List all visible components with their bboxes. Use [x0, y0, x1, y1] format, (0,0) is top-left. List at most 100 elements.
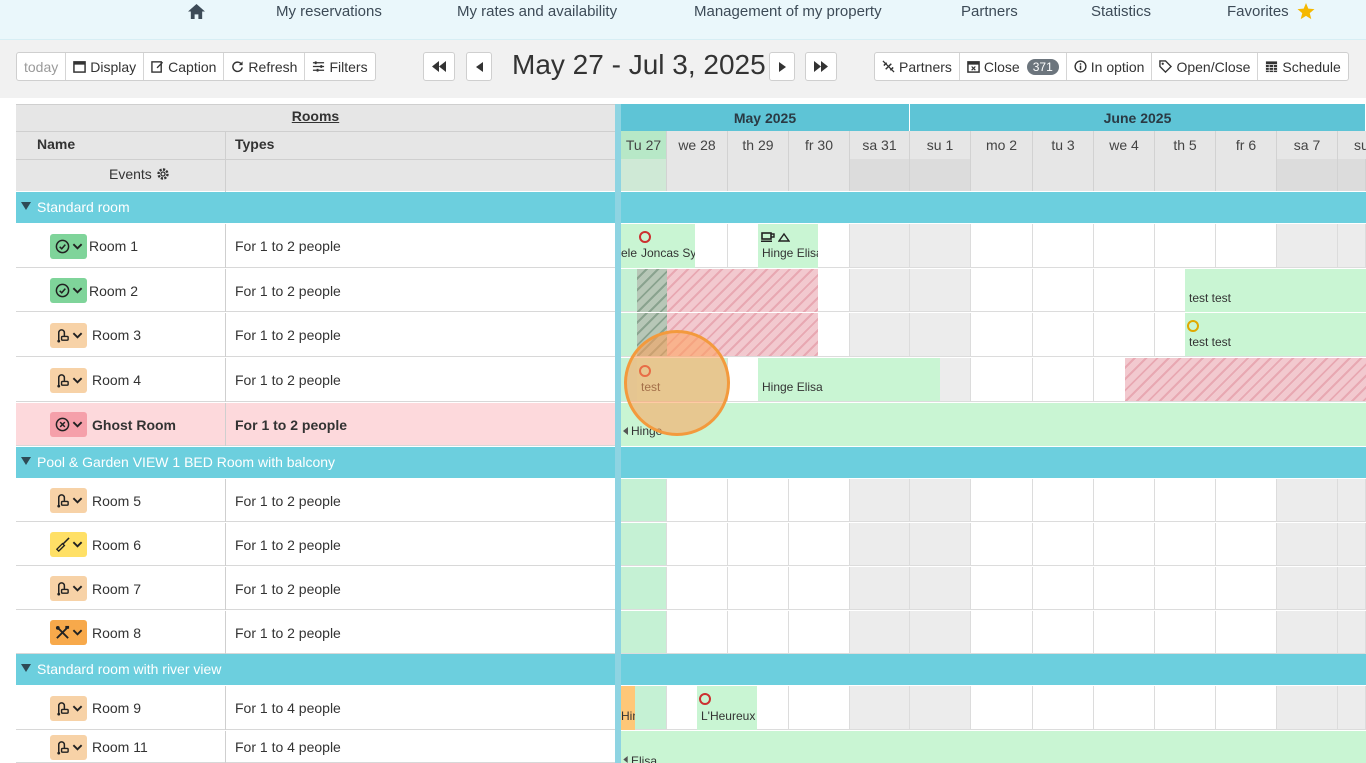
calendar-cell[interactable]: [1277, 523, 1338, 566]
collapse-triangle-icon[interactable]: [21, 457, 31, 465]
calendar-cell[interactable]: [667, 567, 728, 610]
calendar-cell[interactable]: [1216, 686, 1277, 730]
day-header[interactable]: su 8: [1338, 131, 1366, 159]
booking-block[interactable]: Hinge Elisa: [758, 224, 818, 268]
calendar-cell[interactable]: [1094, 479, 1155, 522]
day-header[interactable]: th 29: [728, 131, 789, 159]
calendar-cell[interactable]: [1155, 224, 1216, 268]
booking-block[interactable]: test test: [1185, 269, 1366, 312]
calendar-cell[interactable]: [1033, 269, 1094, 312]
day-header-today[interactable]: Tu 27: [621, 131, 667, 159]
events-cell[interactable]: [850, 159, 910, 191]
calendar-cell[interactable]: [1155, 611, 1216, 654]
room-name[interactable]: Room 9: [92, 700, 141, 716]
back-button[interactable]: [466, 52, 492, 81]
room-status-dropdown[interactable]: [50, 323, 87, 348]
calendar-cell[interactable]: [1338, 611, 1366, 654]
calendar-cell[interactable]: [667, 523, 728, 566]
calendar-cell[interactable]: [1033, 224, 1094, 268]
room-name[interactable]: Ghost Room: [92, 417, 176, 433]
room-status-dropdown[interactable]: [50, 735, 87, 760]
events-cell[interactable]: [1155, 159, 1216, 191]
events-cell[interactable]: [728, 159, 789, 191]
calendar-cell[interactable]: [850, 269, 910, 312]
calendar-cell[interactable]: [971, 313, 1033, 357]
gear-icon[interactable]: [156, 167, 170, 181]
calendar-cell[interactable]: [1216, 567, 1277, 610]
nav-partners[interactable]: Partners: [961, 3, 1018, 21]
fast-back-button[interactable]: [423, 52, 455, 81]
events-cell[interactable]: [789, 159, 850, 191]
room-row[interactable]: Room 11 For 1 to 4 people: [16, 731, 615, 763]
room-row[interactable]: Room 9 For 1 to 4 people: [16, 686, 615, 730]
day-header[interactable]: fr 30: [789, 131, 850, 159]
calendar-cell[interactable]: [971, 611, 1033, 654]
pane-splitter[interactable]: [615, 104, 621, 763]
day-header[interactable]: we 28: [667, 131, 728, 159]
room-row[interactable]: Room 3 For 1 to 2 people: [16, 313, 615, 357]
day-header[interactable]: mo 2: [971, 131, 1033, 159]
calendar-cell[interactable]: [1277, 686, 1338, 730]
calendar-cell[interactable]: [1033, 358, 1094, 402]
rooms-column-title[interactable]: Rooms: [16, 108, 615, 124]
fast-forward-button[interactable]: [805, 52, 837, 81]
calendar-cell[interactable]: [1033, 313, 1094, 357]
calendar-cell[interactable]: [1277, 567, 1338, 610]
partners-toggle-button[interactable]: Partners: [875, 53, 960, 80]
calendar-cell[interactable]: [1216, 523, 1277, 566]
events-cell[interactable]: [1094, 159, 1155, 191]
day-header[interactable]: su 1: [910, 131, 971, 159]
calendar-cell[interactable]: [621, 567, 667, 610]
calendar-cell[interactable]: [789, 479, 850, 522]
calendar-cell[interactable]: [1216, 611, 1277, 654]
events-cell[interactable]: [1338, 159, 1366, 191]
display-button[interactable]: Display: [66, 53, 145, 80]
schedule-button[interactable]: Schedule: [1258, 53, 1347, 80]
calendar-cell[interactable]: [971, 686, 1033, 730]
room-name[interactable]: Room 8: [92, 625, 141, 641]
day-header[interactable]: we 4: [1094, 131, 1155, 159]
room-name[interactable]: Room 11: [92, 739, 148, 755]
calendar-cell[interactable]: [1338, 523, 1366, 566]
nav-statistics[interactable]: Statistics: [1091, 3, 1151, 21]
room-status-dropdown[interactable]: [50, 620, 87, 645]
calendar-cell[interactable]: [850, 224, 910, 268]
calendar-cell[interactable]: [850, 611, 910, 654]
room-status-dropdown[interactable]: [50, 488, 87, 513]
closed-period[interactable]: [667, 269, 818, 312]
calendar-cell[interactable]: [1033, 611, 1094, 654]
room-status-dropdown[interactable]: [50, 368, 87, 393]
room-row[interactable]: Room 8 For 1 to 2 people: [16, 611, 615, 654]
calendar-cell[interactable]: [910, 611, 971, 654]
calendar-cell[interactable]: [910, 313, 971, 357]
events-cell[interactable]: [1216, 159, 1277, 191]
events-cell[interactable]: [1033, 159, 1094, 191]
events-cell[interactable]: [621, 159, 667, 191]
name-column-header[interactable]: Name: [37, 136, 75, 152]
types-column-header[interactable]: Types: [235, 136, 274, 152]
room-status-dropdown[interactable]: [50, 696, 87, 721]
closed-period[interactable]: [1125, 358, 1366, 401]
calendar-cell[interactable]: [850, 567, 910, 610]
room-name[interactable]: Room 1: [89, 238, 138, 254]
calendar-cell[interactable]: [1094, 269, 1155, 312]
calendar-cell[interactable]: [1338, 224, 1366, 268]
calendar-cell[interactable]: [789, 567, 850, 610]
calendar-cell[interactable]: [789, 611, 850, 654]
room-row[interactable]: Ghost Room For 1 to 2 people: [16, 403, 615, 446]
calendar-cell[interactable]: [1033, 523, 1094, 566]
calendar-cell[interactable]: [1155, 567, 1216, 610]
room-status-dropdown[interactable]: [50, 576, 87, 601]
calendar-cell[interactable]: [971, 567, 1033, 610]
calendar-cell[interactable]: [971, 224, 1033, 268]
calendar-cell[interactable]: [1155, 686, 1216, 730]
calendar-cell[interactable]: [850, 313, 910, 357]
booking-block[interactable]: test test: [1185, 313, 1366, 356]
nav-property-management[interactable]: Management of my property: [694, 3, 882, 21]
calendar-cell[interactable]: [1094, 686, 1155, 730]
events-cell[interactable]: [1277, 159, 1338, 191]
day-header[interactable]: sa 7: [1277, 131, 1338, 159]
today-button[interactable]: today: [17, 53, 67, 80]
nav-my-reservations[interactable]: My reservations: [276, 3, 382, 21]
calendar-cell[interactable]: [1094, 224, 1155, 268]
